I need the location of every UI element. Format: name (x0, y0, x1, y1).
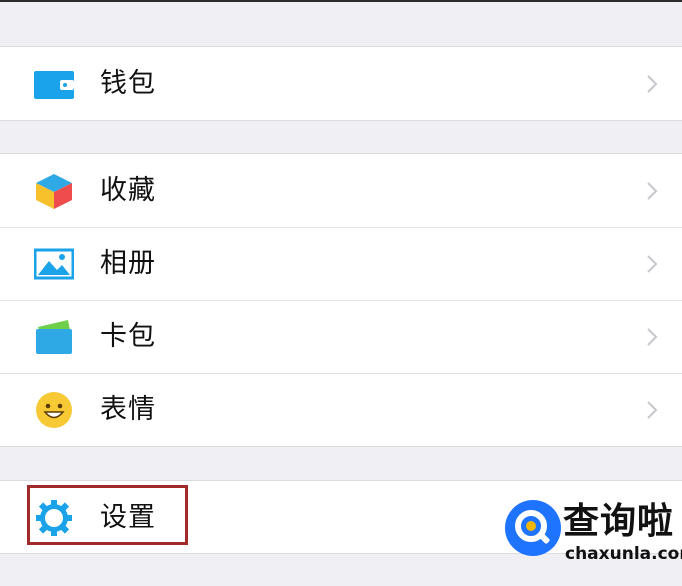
chevron-right-icon (647, 401, 658, 419)
menu-item-wallet[interactable]: 钱包 (0, 47, 682, 120)
chevron-right-icon (647, 255, 658, 273)
menu-item-card-wallet[interactable]: 卡包 (0, 300, 682, 373)
chevron-right-icon (647, 75, 658, 93)
menu-item-stickers[interactable]: 表情 (0, 373, 682, 446)
settings-highlight-box (27, 485, 188, 545)
menu-group-main: 收藏 相册 卡包 表情 (0, 153, 682, 447)
menu-group-wallet: 钱包 (0, 46, 682, 121)
menu-item-label: 卡包 (100, 321, 156, 352)
menu-item-label: 表情 (100, 394, 156, 425)
menu-item-label: 相册 (100, 248, 156, 279)
menu-item-favorites[interactable]: 收藏 (0, 154, 682, 227)
top-status-bar-edge (0, 0, 682, 2)
album-image-icon (34, 248, 74, 280)
favorites-cube-icon (36, 174, 72, 209)
watermark-url: chaxunla.com (565, 544, 682, 564)
menu-item-label: 钱包 (100, 68, 156, 99)
search-q-logo-icon (505, 500, 561, 556)
watermark-logo: 查询啦 chaxunla.com (505, 500, 682, 572)
card-wallet-icon (36, 320, 72, 354)
chevron-right-icon (647, 182, 658, 200)
menu-item-label: 收藏 (100, 175, 156, 206)
chevron-right-icon (647, 328, 658, 346)
menu-item-album[interactable]: 相册 (0, 227, 682, 300)
smiley-face-icon (36, 392, 72, 428)
wallet-icon (34, 71, 74, 99)
watermark-title: 查询啦 (563, 501, 675, 542)
